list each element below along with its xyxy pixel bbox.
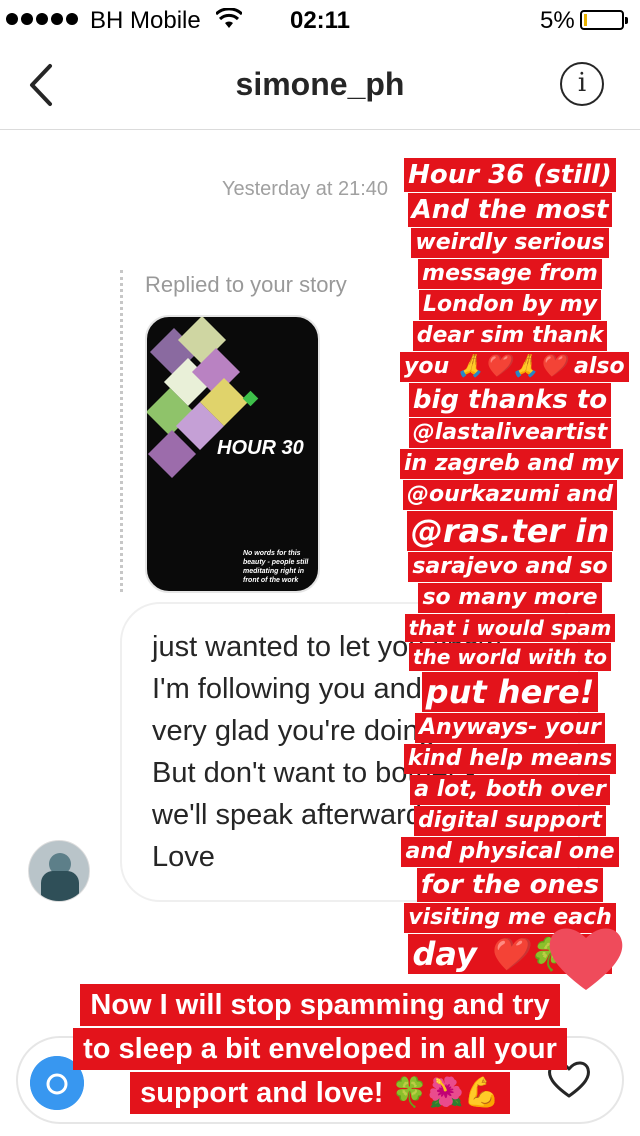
message-timestamp: Yesterday at 21:40	[222, 178, 389, 200]
overlay-line: Hour 36 (still)	[404, 158, 616, 192]
story-preview-caption: No words for this beauty - people still …	[243, 550, 309, 584]
overlay-line: in zagreb and my	[400, 449, 623, 479]
banner-line: to sleep a bit enveloped in all your	[73, 1028, 567, 1070]
info-icon[interactable]: i	[560, 62, 604, 106]
overlay-line: weirdly serious	[411, 228, 609, 258]
overlay-line: London by my	[419, 290, 601, 320]
overlay-line: digital support	[414, 806, 606, 836]
overlay-line: so many more	[418, 583, 602, 613]
reply-context-label: Replied to your story	[145, 272, 347, 297]
overlay-line: big thanks to	[408, 383, 612, 417]
banner-line: support and love! 🍀🌺💪	[130, 1072, 510, 1114]
conversation-title[interactable]: simone_ph	[0, 66, 640, 103]
banner-line: Now I will stop spamming and try	[80, 984, 560, 1026]
overlay-line: that i would spam	[404, 614, 616, 642]
overlay-line: dear sim thank	[412, 321, 608, 351]
overlay-line: message from	[418, 259, 602, 289]
story-text-overlay: Hour 36 (still) And the most weirdly serio…	[400, 158, 629, 975]
overlay-line: and physical one	[401, 837, 619, 867]
overlay-line: Anyways- your	[415, 713, 605, 743]
overlay-line: a lot, both over	[410, 775, 610, 805]
overlay-line: for the ones	[416, 868, 604, 902]
story-preview-title: HOUR 30	[217, 437, 304, 459]
overlay-line: @ras.ter in	[406, 511, 614, 551]
floating-heart-icon	[549, 928, 623, 990]
conversation-header: simone_ph i	[0, 40, 640, 130]
battery-icon	[580, 10, 628, 30]
status-bar: BH Mobile 02:11 5%	[0, 0, 640, 40]
overlay-line: @lastaliveartist	[408, 418, 612, 448]
overlay-line: sarajevo and so	[408, 552, 612, 582]
overlay-line: the world with to	[409, 643, 611, 671]
battery-percent: 5%	[540, 7, 575, 34]
overlay-line: you 🙏❤️🙏❤️ also	[400, 352, 629, 382]
overlay-line: @ourkazumi and	[403, 480, 617, 510]
avatar[interactable]	[28, 840, 90, 902]
overlay-line: kind help means	[403, 744, 617, 774]
bottom-caption-banner: Now I will stop spamming and try to sleep…	[0, 984, 640, 1116]
overlay-line: And the most	[407, 193, 613, 227]
story-preview-thumbnail[interactable]: HOUR 30 No words for this beauty - peopl…	[145, 315, 320, 593]
overlay-line: put here!	[421, 672, 599, 712]
reply-divider	[120, 270, 123, 592]
